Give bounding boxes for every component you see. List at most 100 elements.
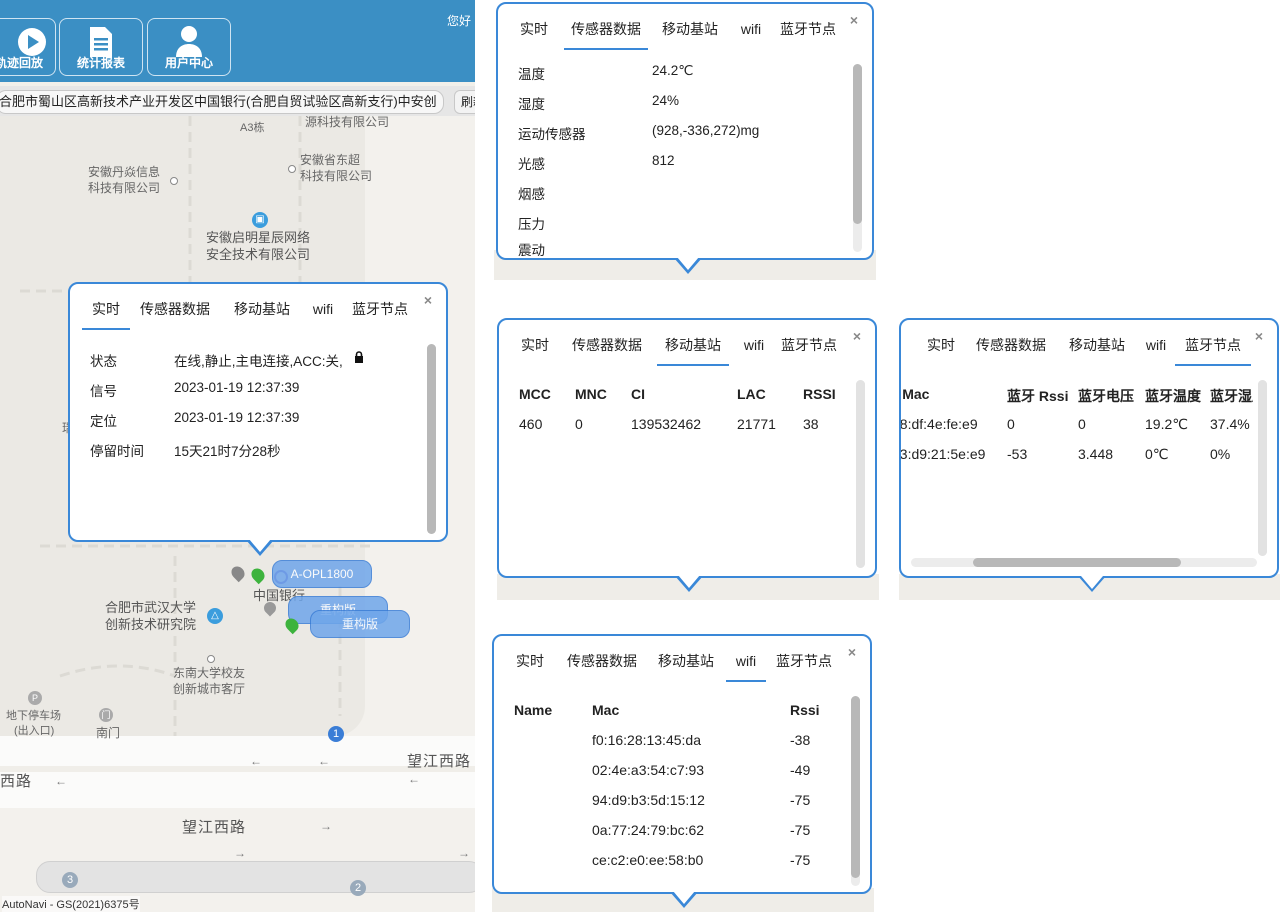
road-name: 西路 [0,773,33,790]
vehicle-tag[interactable]: 重构版 [310,610,410,638]
close-icon[interactable]: × [850,12,858,28]
wifi-rssi: -75 [790,852,811,868]
close-icon[interactable]: × [848,644,856,660]
tab-realtime[interactable]: 实时 [82,294,130,330]
bluetooth-value: 3.448 [1078,446,1114,462]
map-label-parking-1: 地下停车场 [6,710,61,722]
road-name: 望江西路 [182,819,247,836]
direction-arrow-icon: ← [250,754,262,768]
tab-wifi[interactable]: wifi [739,330,769,364]
scrollbar-thumb[interactable] [427,344,436,534]
cell-header: LAC [737,386,766,402]
cluster-badge[interactable]: 2 [350,880,366,896]
vertical-scrollbar[interactable] [853,64,862,252]
bottom-bar [36,861,475,893]
direction-arrow-icon: → [234,846,246,860]
tab-cell[interactable]: 移动基站 [1065,330,1129,364]
tab-wifi[interactable]: wifi [1141,330,1171,364]
tab-wifi[interactable]: wifi [726,646,766,682]
road-area [0,736,475,808]
sensor-row-label: 温度 [518,67,545,82]
direction-arrow-icon: → [320,819,332,833]
popup-pointer-inner [673,891,695,904]
tab-bluetooth[interactable]: 蓝牙节点 [777,330,841,364]
tab-bluetooth[interactable]: 蓝牙节点 [776,14,840,48]
scrollbar-thumb[interactable] [853,64,862,224]
wifi-mac: 94:d9:b3:5d:15:12 [592,792,705,808]
tab-wifi[interactable]: wifi [308,294,338,328]
wifi-rssi: -75 [790,822,811,838]
cell-header: MNC [575,386,607,402]
cell-header: CI [631,386,645,402]
tab-sensor[interactable]: 传感器数据 [564,14,648,50]
tab-bluetooth[interactable]: 蓝牙节点 [348,294,412,328]
tab-wifi[interactable]: wifi [736,14,766,48]
close-icon[interactable]: × [424,292,432,308]
map-panel: 轨迹回放 统计报表 用户中心 您好 合肥市蜀山区高新技术产业开发区中国银行(合肥… [0,0,475,912]
direction-arrow-icon: ← [55,774,67,788]
tab-realtime[interactable]: 实时 [514,14,554,48]
map-label-dongchao-2: 科技有限公司 [300,169,373,183]
realtime-row-label: 停留时间 [90,444,144,459]
vertical-scrollbar[interactable] [1258,380,1267,556]
tab-realtime[interactable]: 实时 [510,646,550,680]
statistics-report-button[interactable]: 统计报表 [59,18,143,76]
popup-pointer-inner [1081,576,1103,589]
vertical-scrollbar[interactable] [851,696,860,886]
user-center-button[interactable]: 用户中心 [147,18,231,76]
sensor-row-label: 震动 [518,243,545,256]
tab-cell[interactable]: 移动基站 [654,646,718,680]
parking-icon: P [28,691,42,705]
tab-realtime[interactable]: 实时 [515,330,555,364]
lock-icon [354,351,364,366]
poi-dot [207,655,215,663]
realtime-row-value: 在线,静止,主电连接,ACC:关, [174,354,343,369]
horizontal-scrollbar[interactable] [911,558,1257,567]
tab-cell[interactable]: 移动基站 [230,294,294,328]
tab-sensor[interactable]: 传感器数据 [969,330,1053,364]
map-label-seu-2: 创新城市客厅 [173,682,246,696]
bluetooth-header: 蓝牙电压 [1078,388,1134,404]
cluster-badge[interactable]: 3 [62,872,78,888]
user-center-label: 用户中心 [164,56,213,70]
close-icon[interactable]: × [853,328,861,344]
popup-pointer-inner [678,575,700,588]
map-label-danyan-1: 安徽丹焱信息 [88,165,161,179]
wifi-rssi: -38 [790,732,811,748]
tab-sensor[interactable]: 传感器数据 [560,646,644,680]
cluster-badge[interactable]: 1 [328,726,344,742]
scrollbar-thumb[interactable] [851,696,860,878]
refresh-button[interactable]: 刷新 [454,90,475,114]
sensor-row-label: 湿度 [518,97,545,112]
bluetooth-header: 蓝牙湿度 [1210,388,1253,404]
scrollbar-thumb[interactable] [856,380,865,568]
tab-sensor[interactable]: 传感器数据 [565,330,649,364]
vertical-scrollbar[interactable] [856,380,865,568]
bluetooth-value: 0℃ [1145,446,1169,462]
scrollbar-thumb[interactable] [1258,380,1267,556]
toolbar: 轨迹回放 统计报表 用户中心 您好 [0,0,475,82]
realtime-row-label: 信号 [90,384,117,399]
poi-dot [288,165,296,173]
tab-realtime[interactable]: 实时 [921,330,961,364]
bluetooth-value: 0 [1078,416,1086,432]
tab-sensor[interactable]: 传感器数据 [136,294,214,328]
scrollbar-thumb[interactable] [973,558,1181,567]
tab-cell[interactable]: 移动基站 [657,330,729,366]
vehicle-tag[interactable]: A-OPL1800 [272,560,372,588]
gate-icon: 门 [99,708,113,722]
tab-bluetooth[interactable]: 蓝牙节点 [1175,330,1251,366]
tab-cell[interactable]: 移动基站 [658,14,722,48]
statistics-report-label: 统计报表 [76,56,125,70]
sensor-row-value: 812 [652,153,675,168]
road-divider [0,766,475,772]
cell-value: 460 [519,416,543,432]
building-icon: ▣ [252,212,268,228]
bluetooth-header: 蓝牙温度 [1145,388,1201,404]
track-playback-button[interactable]: 轨迹回放 [0,18,56,76]
map-label-danyan-2: 科技有限公司 [88,181,161,195]
vertical-scrollbar[interactable] [427,344,436,534]
tab-bluetooth[interactable]: 蓝牙节点 [772,646,836,680]
close-icon[interactable]: × [1255,328,1263,344]
popup-pointer-inner [249,539,271,552]
